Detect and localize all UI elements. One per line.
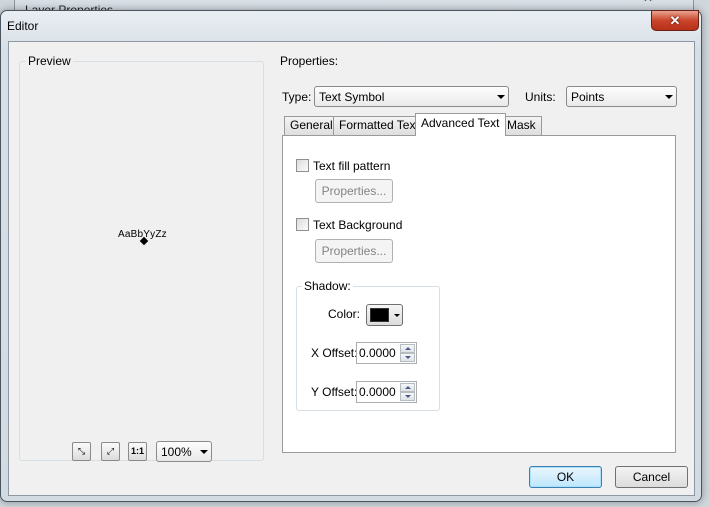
ok-button[interactable]: OK: [529, 466, 602, 488]
zoom-out-button[interactable]: ⤢: [101, 442, 120, 461]
zoom-level-dropdown[interactable]: 100%: [156, 441, 212, 462]
tab-advanced-text[interactable]: Advanced Text: [415, 113, 506, 136]
zoom-in-button[interactable]: ⤡: [72, 442, 91, 461]
text-background-properties-button[interactable]: Properties...: [315, 239, 393, 263]
preview-label: Preview: [26, 54, 73, 68]
shadow-group: Shadow: Color: X Offset: 0.0000 Y Offset…: [296, 279, 440, 411]
type-label: Type:: [282, 90, 312, 104]
close-button[interactable]: ✕: [651, 10, 699, 31]
tab-mask[interactable]: Mask: [501, 116, 542, 135]
units-label: Units:: [525, 90, 556, 104]
advanced-text-panel: Text fill pattern Properties... Text Bac…: [282, 135, 676, 453]
units-dropdown[interactable]: Points: [566, 86, 677, 107]
tab-formatted-text[interactable]: Formatted Text: [333, 116, 425, 135]
editor-window: Editor ✕ Preview AaBbYyZz ⤡ ⤢ 1:1 100% P…: [0, 10, 702, 502]
x-offset-label: X Offset:: [311, 346, 358, 360]
properties-label: Properties:: [278, 54, 341, 68]
x-offset-increment-button[interactable]: [400, 344, 415, 353]
actual-size-button[interactable]: 1:1: [128, 442, 147, 461]
text-fill-pattern-checkbox[interactable]: [296, 159, 309, 172]
text-background-checkbox[interactable]: [296, 218, 309, 231]
dialog-client-area: Preview AaBbYyZz ⤡ ⤢ 1:1 100% Properties…: [8, 41, 695, 496]
x-offset-input[interactable]: 0.0000: [356, 342, 417, 364]
shadow-color-label: Color:: [328, 307, 361, 321]
units-value: Points: [571, 90, 605, 104]
background-close-icon: ✕: [635, 0, 661, 5]
y-offset-value: 0.0000: [359, 385, 396, 399]
shadow-color-picker[interactable]: [366, 304, 403, 326]
y-offset-decrement-button[interactable]: [400, 392, 415, 401]
preview-group: Preview AaBbYyZz ⤡ ⤢ 1:1 100%: [19, 54, 264, 462]
type-value: Text Symbol: [319, 90, 385, 104]
chevron-down-icon: [200, 450, 208, 454]
chevron-down-icon: [497, 95, 505, 99]
type-dropdown[interactable]: Text Symbol: [314, 86, 509, 107]
y-offset-input[interactable]: 0.0000: [356, 381, 417, 403]
shadow-label: Shadow:: [302, 279, 353, 293]
x-offset-value: 0.0000: [359, 346, 396, 360]
zoom-in-icon: ⤡: [77, 446, 86, 456]
window-title: Editor: [7, 19, 39, 33]
y-offset-label: Y Offset:: [311, 385, 358, 399]
x-offset-decrement-button[interactable]: [400, 353, 415, 362]
zoom-out-icon: ⤢: [106, 446, 115, 456]
text-fill-pattern-label: Text fill pattern: [313, 159, 391, 173]
chevron-down-icon: [665, 95, 673, 99]
y-offset-increment-button[interactable]: [400, 383, 415, 392]
cancel-button[interactable]: Cancel: [615, 466, 688, 488]
close-icon: ✕: [669, 13, 681, 28]
chevron-down-icon: [394, 314, 400, 317]
text-fill-properties-button[interactable]: Properties...: [315, 179, 393, 203]
actual-size-icon: 1:1: [130, 446, 144, 456]
text-background-label: Text Background: [313, 218, 403, 232]
color-swatch: [370, 308, 389, 322]
tab-general[interactable]: General: [284, 116, 339, 135]
zoom-level-value: 100%: [161, 445, 192, 459]
